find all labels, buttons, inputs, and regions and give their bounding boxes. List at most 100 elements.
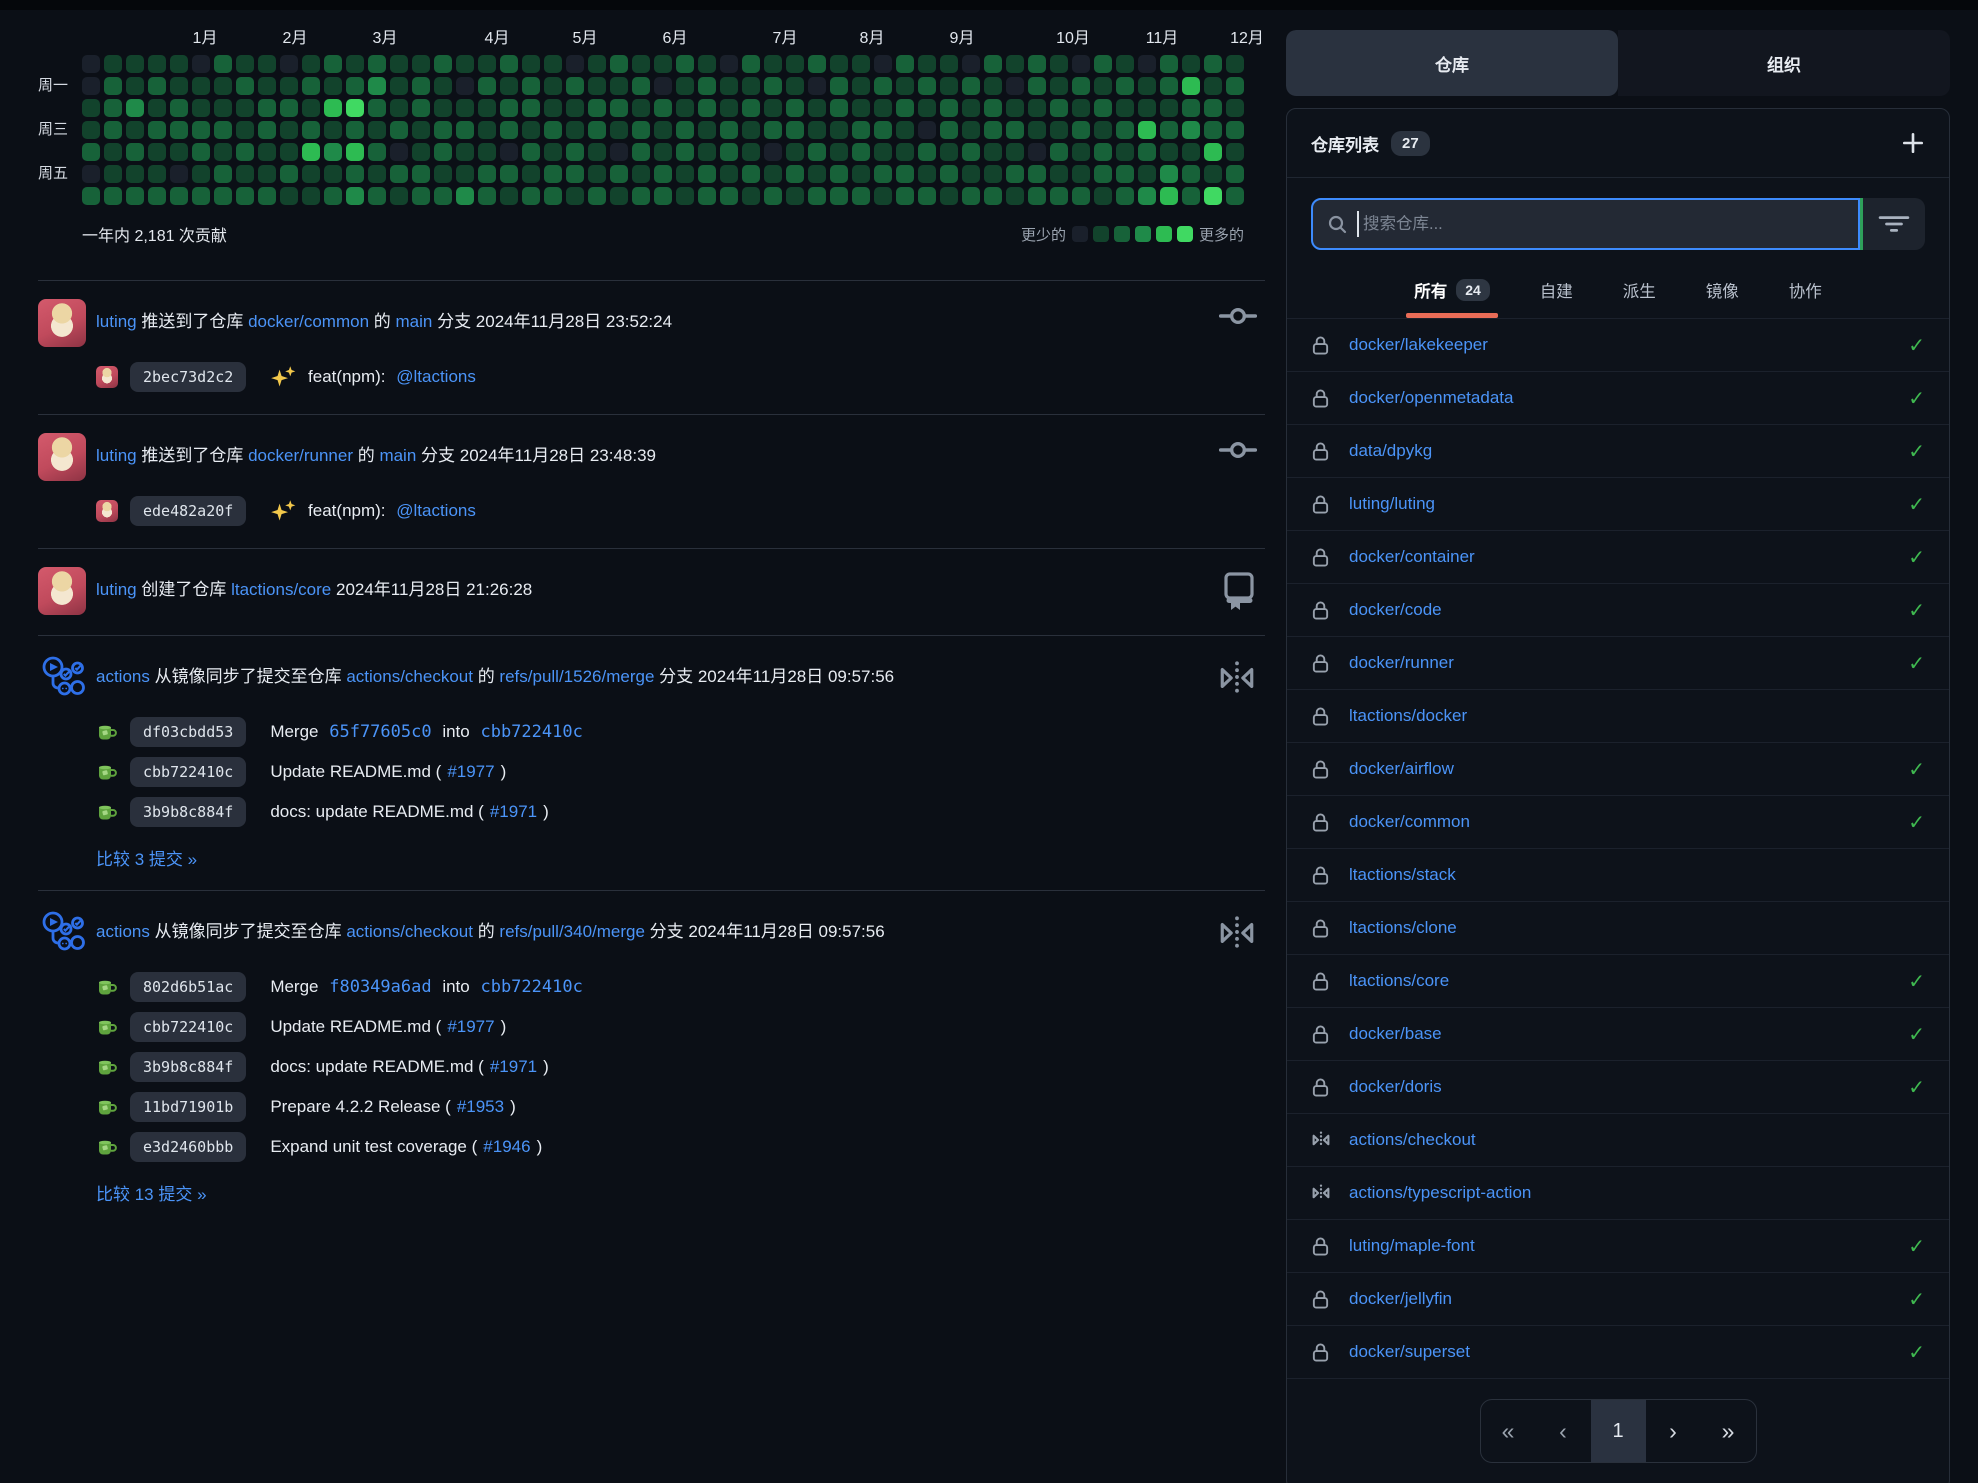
heatmap-cell[interactable] — [1050, 143, 1068, 161]
commit-hash-badge[interactable]: cbb722410c — [130, 757, 246, 787]
heatmap-cell[interactable] — [478, 99, 496, 117]
heatmap-cell[interactable] — [632, 77, 650, 95]
heatmap-cell[interactable] — [918, 165, 936, 183]
heatmap-cell[interactable] — [896, 55, 914, 73]
heatmap-cell[interactable] — [1006, 187, 1024, 205]
repo-filter-active[interactable]: 所有24 — [1412, 268, 1492, 318]
heatmap-cell[interactable] — [1226, 143, 1244, 161]
heatmap-cell[interactable] — [412, 55, 430, 73]
heatmap-cell[interactable] — [236, 121, 254, 139]
heatmap-cell[interactable] — [786, 165, 804, 183]
heatmap-cell[interactable] — [1226, 99, 1244, 117]
heatmap-cell[interactable] — [830, 77, 848, 95]
heatmap-cell[interactable] — [962, 121, 980, 139]
heatmap-cell[interactable] — [478, 121, 496, 139]
repo-filter-tab[interactable]: 镜像 — [1704, 268, 1741, 318]
repo-row[interactable]: docker/common✓ — [1287, 795, 1949, 848]
heatmap-cell[interactable] — [852, 55, 870, 73]
actions-avatar[interactable] — [38, 909, 86, 957]
heatmap-cell[interactable] — [1138, 99, 1156, 117]
heatmap-cell[interactable] — [720, 77, 738, 95]
add-repo-button[interactable] — [1901, 131, 1925, 155]
heatmap-cell[interactable] — [544, 99, 562, 117]
heatmap-cell[interactable] — [390, 121, 408, 139]
heatmap-cell[interactable] — [1094, 143, 1112, 161]
heatmap-cell[interactable] — [654, 187, 672, 205]
heatmap-cell[interactable] — [918, 121, 936, 139]
heatmap-cell[interactable] — [698, 121, 716, 139]
heatmap-cell[interactable] — [390, 143, 408, 161]
heatmap-cell[interactable] — [456, 77, 474, 95]
commit-hash-badge[interactable]: cbb722410c — [130, 1012, 246, 1042]
heatmap-cell[interactable] — [742, 77, 760, 95]
heatmap-cell[interactable] — [830, 165, 848, 183]
commit-message-link[interactable]: @ltactions — [396, 367, 476, 387]
commit-message-link[interactable]: #1977 — [447, 762, 494, 782]
heatmap-cell[interactable] — [742, 121, 760, 139]
heatmap-cell[interactable] — [1160, 55, 1178, 73]
repo-link[interactable]: docker/superset — [1349, 1342, 1908, 1362]
heatmap-cell[interactable] — [1050, 99, 1068, 117]
heatmap-cell[interactable] — [676, 143, 694, 161]
heatmap-cell[interactable] — [566, 99, 584, 117]
luting-avatar[interactable] — [38, 299, 86, 347]
pagination-page-button[interactable]: 1 — [1591, 1400, 1646, 1462]
heatmap-cell[interactable] — [698, 77, 716, 95]
heatmap-cell[interactable] — [500, 165, 518, 183]
heatmap-cell[interactable] — [632, 187, 650, 205]
heatmap-cell[interactable] — [1072, 99, 1090, 117]
heatmap-cell[interactable] — [918, 99, 936, 117]
heatmap-cell[interactable] — [1094, 55, 1112, 73]
heatmap-cell[interactable] — [1072, 165, 1090, 183]
heatmap-cell[interactable] — [676, 55, 694, 73]
heatmap-cell[interactable] — [1226, 165, 1244, 183]
commit-hash-badge[interactable]: 3b9b8c884f — [130, 797, 246, 827]
commit-hash-badge[interactable]: df03cbdd53 — [130, 717, 246, 747]
heatmap-cell[interactable] — [126, 187, 144, 205]
repo-filter-tab[interactable]: 派生 — [1621, 268, 1658, 318]
heatmap-cell[interactable] — [456, 55, 474, 73]
heatmap-cell[interactable] — [676, 77, 694, 95]
heatmap-cell[interactable] — [522, 121, 540, 139]
heatmap-cell[interactable] — [1050, 187, 1068, 205]
heatmap-cell[interactable] — [918, 77, 936, 95]
heatmap-cell[interactable] — [1182, 99, 1200, 117]
heatmap-cell[interactable] — [896, 187, 914, 205]
heatmap-cell[interactable] — [940, 187, 958, 205]
heatmap-cell[interactable] — [390, 187, 408, 205]
heatmap-cell[interactable] — [368, 143, 386, 161]
heatmap-cell[interactable] — [1094, 77, 1112, 95]
heatmap-cell[interactable] — [742, 187, 760, 205]
heatmap-cell[interactable] — [412, 99, 430, 117]
heatmap-cell[interactable] — [786, 55, 804, 73]
heatmap-cell[interactable] — [478, 143, 496, 161]
heatmap-cell[interactable] — [1050, 165, 1068, 183]
heatmap-cell[interactable] — [258, 55, 276, 73]
heatmap-cell[interactable] — [214, 55, 232, 73]
heatmap-cell[interactable] — [280, 143, 298, 161]
heatmap-cell[interactable] — [610, 55, 628, 73]
heatmap-cell[interactable] — [126, 99, 144, 117]
heatmap-cell[interactable] — [1204, 187, 1222, 205]
heatmap-cell[interactable] — [456, 143, 474, 161]
heatmap-cell[interactable] — [830, 121, 848, 139]
feed-title-link[interactable]: refs/pull/340/merge — [499, 922, 645, 941]
repo-row[interactable]: docker/base✓ — [1287, 1007, 1949, 1060]
heatmap-cell[interactable] — [742, 55, 760, 73]
heatmap-cell[interactable] — [1138, 77, 1156, 95]
heatmap-cell[interactable] — [478, 77, 496, 95]
heatmap-cell[interactable] — [566, 187, 584, 205]
repo-row[interactable]: docker/doris✓ — [1287, 1060, 1949, 1113]
heatmap-cell[interactable] — [588, 165, 606, 183]
heatmap-cell[interactable] — [368, 99, 386, 117]
heatmap-cell[interactable] — [214, 77, 232, 95]
heatmap-cell[interactable] — [984, 121, 1002, 139]
heatmap-cell[interactable] — [610, 121, 628, 139]
commit-message-link[interactable]: #1971 — [490, 1057, 537, 1077]
compare-commits-link[interactable]: 比较 13 提交 » — [96, 1180, 1265, 1205]
heatmap-cell[interactable] — [588, 121, 606, 139]
heatmap-cell[interactable] — [874, 187, 892, 205]
heatmap-cell[interactable] — [544, 165, 562, 183]
heatmap-cell[interactable] — [852, 99, 870, 117]
heatmap-cell[interactable] — [940, 165, 958, 183]
